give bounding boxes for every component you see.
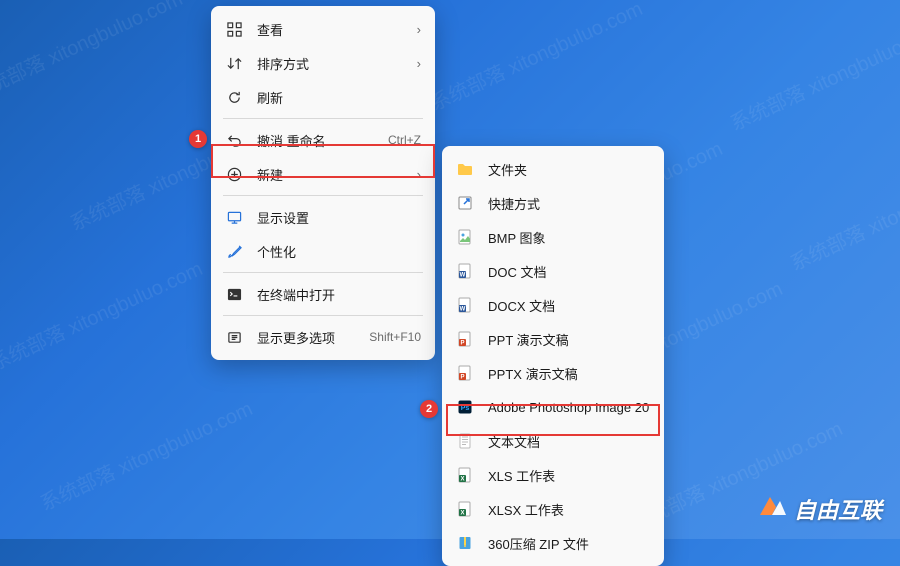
separator xyxy=(223,315,423,316)
submenu-item-psd[interactable]: Ps Adobe Photoshop Image 20 xyxy=(442,390,664,424)
menu-label: PPT 演示文稿 xyxy=(488,330,650,349)
brand-text: 自由互联 xyxy=(794,493,882,525)
menu-item-terminal[interactable]: 在终端中打开 xyxy=(211,277,435,311)
svg-text:Ps: Ps xyxy=(461,405,470,412)
ppt-file-icon: P xyxy=(456,330,474,348)
svg-text:W: W xyxy=(460,273,466,279)
brand-logo-icon xyxy=(758,493,788,525)
menu-label: Adobe Photoshop Image 20 xyxy=(488,400,650,415)
shortcut-text: Ctrl+Z xyxy=(388,133,421,147)
menu-item-refresh[interactable]: 刷新 xyxy=(211,80,435,114)
text-file-icon xyxy=(456,432,474,450)
display-icon xyxy=(225,208,243,226)
context-menu-new: 文件夹 快捷方式 BMP 图象 W DOC 文档 W DOCX 文档 P PPT… xyxy=(442,146,664,566)
watermark: 系统部落 xitongbuluo.com xyxy=(0,0,187,106)
submenu-item-zip[interactable]: 360压缩 ZIP 文件 xyxy=(442,526,664,560)
menu-item-display-settings[interactable]: 显示设置 xyxy=(211,200,435,234)
shortcut-text: Shift+F10 xyxy=(369,330,421,344)
photoshop-file-icon: Ps xyxy=(456,398,474,416)
menu-label: 快捷方式 xyxy=(488,194,650,213)
folder-icon xyxy=(456,160,474,178)
more-options-icon xyxy=(225,328,243,346)
svg-text:X: X xyxy=(460,477,464,483)
menu-item-new[interactable]: 新建 › xyxy=(211,157,435,191)
undo-icon xyxy=(225,131,243,149)
plus-circle-icon xyxy=(225,165,243,183)
submenu-item-ppt[interactable]: P PPT 演示文稿 xyxy=(442,322,664,356)
menu-label: BMP 图象 xyxy=(488,228,650,247)
refresh-icon xyxy=(225,88,243,106)
grid-icon xyxy=(225,20,243,38)
menu-label: XLSX 工作表 xyxy=(488,500,650,519)
watermark: 系统部落 xitongbuluo.com xyxy=(725,13,900,137)
menu-label: 撤消 重命名 xyxy=(257,131,388,150)
svg-text:X: X xyxy=(460,511,464,517)
watermark: 系统部落 xitongbuluo.com xyxy=(785,153,900,277)
menu-item-undo[interactable]: 撤消 重命名 Ctrl+Z xyxy=(211,123,435,157)
brush-icon xyxy=(225,242,243,260)
menu-label: 文件夹 xyxy=(488,160,650,179)
menu-label: 显示设置 xyxy=(257,208,421,227)
menu-item-view[interactable]: 查看 › xyxy=(211,12,435,46)
menu-label: 个性化 xyxy=(257,242,421,261)
xls-file-icon: X xyxy=(456,466,474,484)
pptx-file-icon: P xyxy=(456,364,474,382)
submenu-item-bmp[interactable]: BMP 图象 xyxy=(442,220,664,254)
menu-label: DOCX 文档 xyxy=(488,296,650,315)
menu-item-sort[interactable]: 排序方式 › xyxy=(211,46,435,80)
watermark: 系统部落 xitongbuluo.com xyxy=(35,393,257,517)
watermark: 系统部落 xitongbuluo.com xyxy=(0,253,207,377)
submenu-item-shortcut[interactable]: 快捷方式 xyxy=(442,186,664,220)
xlsx-file-icon: X xyxy=(456,500,474,518)
separator xyxy=(223,272,423,273)
submenu-item-xls[interactable]: X XLS 工作表 xyxy=(442,458,664,492)
svg-text:P: P xyxy=(460,341,464,347)
submenu-item-docx[interactable]: W DOCX 文档 xyxy=(442,288,664,322)
chevron-right-icon: › xyxy=(417,22,421,37)
chevron-right-icon: › xyxy=(417,56,421,71)
menu-item-personalize[interactable]: 个性化 xyxy=(211,234,435,268)
menu-label: 刷新 xyxy=(257,88,421,107)
menu-label: DOC 文档 xyxy=(488,262,650,281)
menu-label: 排序方式 xyxy=(257,54,411,73)
terminal-icon xyxy=(225,285,243,303)
sort-icon xyxy=(225,54,243,72)
menu-label: 显示更多选项 xyxy=(257,328,369,347)
submenu-item-doc[interactable]: W DOC 文档 xyxy=(442,254,664,288)
menu-item-more-options[interactable]: 显示更多选项 Shift+F10 xyxy=(211,320,435,354)
watermark: 系统部落 xitongbuluo.com xyxy=(425,0,647,116)
submenu-item-xlsx[interactable]: X XLSX 工作表 xyxy=(442,492,664,526)
annotation-badge-1: 1 xyxy=(189,130,207,148)
shortcut-icon xyxy=(456,194,474,212)
menu-label: 360压缩 ZIP 文件 xyxy=(488,534,650,553)
menu-label: PPTX 演示文稿 xyxy=(488,364,650,383)
chevron-right-icon: › xyxy=(417,167,421,182)
context-menu-primary: 查看 › 排序方式 › 刷新 撤消 重命名 Ctrl+Z 新建 › 显示设置 xyxy=(211,6,435,360)
submenu-item-folder[interactable]: 文件夹 xyxy=(442,152,664,186)
separator xyxy=(223,118,423,119)
menu-label: 在终端中打开 xyxy=(257,285,421,304)
menu-label: 文本文档 xyxy=(488,432,650,451)
menu-label: XLS 工作表 xyxy=(488,466,650,485)
bmp-file-icon xyxy=(456,228,474,246)
svg-text:P: P xyxy=(460,375,464,381)
annotation-badge-2: 2 xyxy=(420,400,438,418)
menu-label: 新建 xyxy=(257,165,411,184)
doc-file-icon: W xyxy=(456,262,474,280)
docx-file-icon: W xyxy=(456,296,474,314)
separator xyxy=(223,195,423,196)
brand-watermark: 自由互联 xyxy=(758,493,882,525)
submenu-item-txt[interactable]: 文本文档 xyxy=(442,424,664,458)
zip-file-icon xyxy=(456,534,474,552)
svg-text:W: W xyxy=(460,307,466,313)
menu-label: 查看 xyxy=(257,20,411,39)
submenu-item-pptx[interactable]: P PPTX 演示文稿 xyxy=(442,356,664,390)
